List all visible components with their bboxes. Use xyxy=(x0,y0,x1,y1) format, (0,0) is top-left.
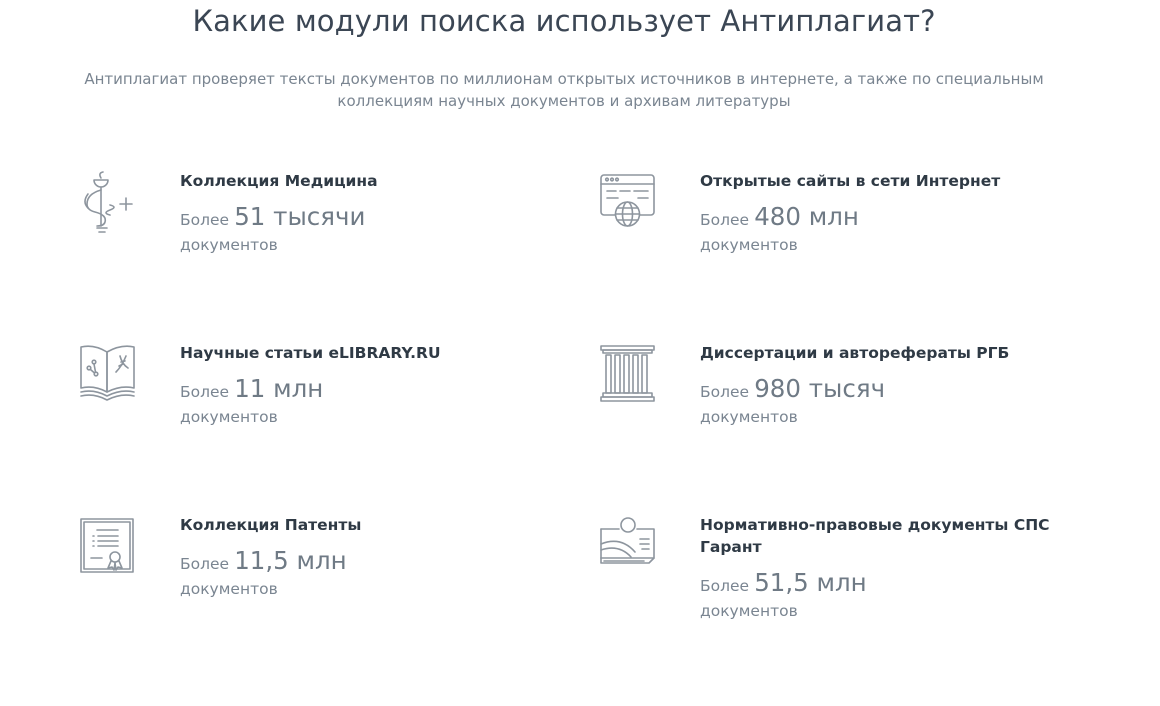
patent-certificate-icon xyxy=(80,514,136,578)
count-value: 11 млн xyxy=(234,374,324,403)
count-value: 480 млн xyxy=(754,202,859,231)
web-browser-globe-icon xyxy=(600,170,656,234)
count-prefix: Более xyxy=(180,211,230,229)
module-count: Более 51 тысячи xyxy=(180,202,540,235)
count-prefix: Более xyxy=(700,577,750,595)
count-value: 11,5 млн xyxy=(234,546,347,575)
count-unit: документов xyxy=(700,602,798,620)
module-name: Научные статьи eLIBRARY.RU xyxy=(180,344,441,362)
page-subtitle: Антиплагиат проверяет тексты документов … xyxy=(84,70,1044,110)
module-count: Более 11 млн xyxy=(180,374,540,407)
count-unit: документов xyxy=(180,408,278,426)
module-name: Коллекция Патенты xyxy=(180,516,362,534)
count-value: 51 тысячи xyxy=(234,202,366,231)
count-unit: документов xyxy=(700,408,798,426)
count-value: 51,5 млн xyxy=(754,568,867,597)
module-name: Открытые сайты в сети Интернет xyxy=(700,172,1001,190)
count-unit: документов xyxy=(700,236,798,254)
count-unit: документов xyxy=(180,580,278,598)
count-value: 980 тысяч xyxy=(754,374,886,403)
count-prefix: Более xyxy=(700,383,750,401)
module-count: Более 480 млн xyxy=(700,202,1060,235)
open-book-icon xyxy=(80,342,136,406)
module-count: Более 980 тысяч xyxy=(700,374,1060,407)
count-prefix: Более xyxy=(700,211,750,229)
count-prefix: Более xyxy=(180,555,230,573)
module-count: Более 11,5 млн xyxy=(180,546,540,579)
legal-document-icon xyxy=(600,514,656,578)
medicine-icon xyxy=(80,170,136,234)
module-name: Нормативно-правовые документы СПС Гарант xyxy=(700,516,1050,556)
module-name: Коллекция Медицина xyxy=(180,172,378,190)
count-unit: документов xyxy=(180,236,278,254)
page-title: Какие модули поиска использует Антиплаги… xyxy=(192,4,936,38)
library-columns-icon xyxy=(600,342,656,406)
count-prefix: Более xyxy=(180,383,230,401)
module-count: Более 51,5 млн xyxy=(700,568,1060,601)
module-name: Диссертации и авторефераты РГБ xyxy=(700,344,1010,362)
